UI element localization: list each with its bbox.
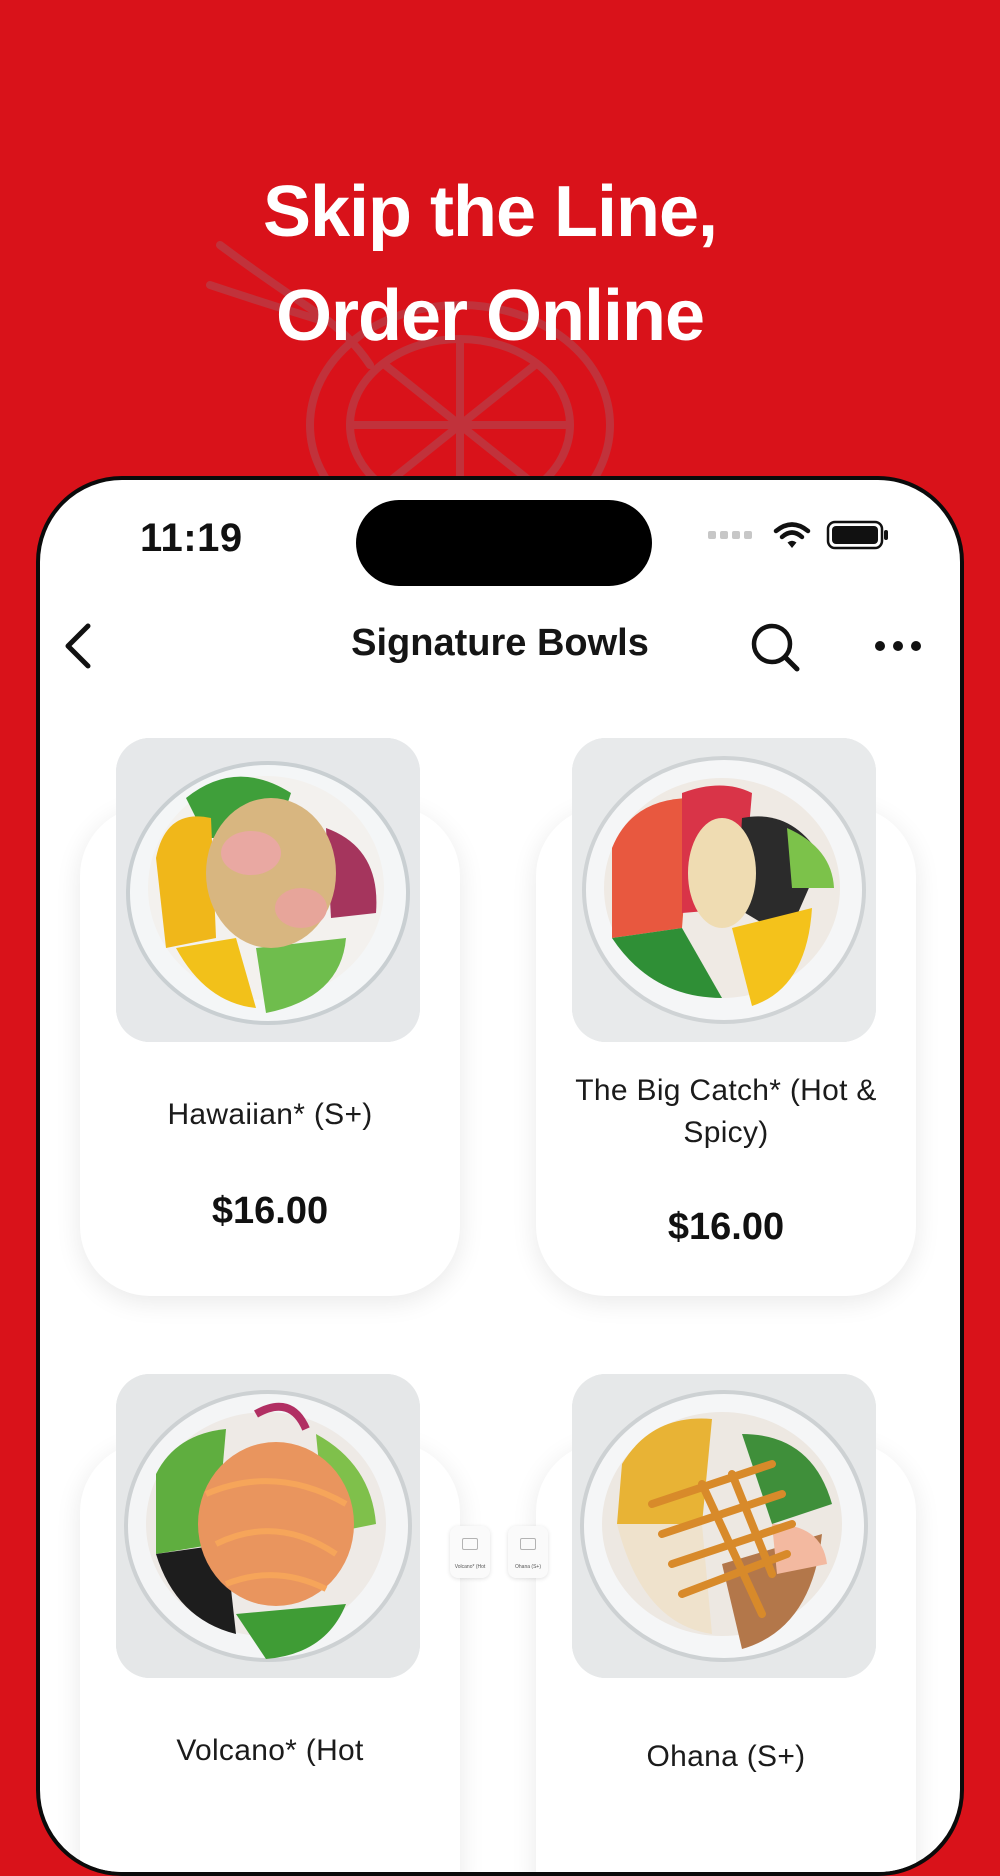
menu-item-name: Hawaiian* (S+) (167, 1098, 373, 1131)
menu-item-price: $16.00 (211, 1190, 329, 1232)
status-icons (708, 520, 890, 550)
ellipsis-icon[interactable] (874, 632, 922, 660)
menu-card-image[interactable] (572, 738, 876, 1042)
page-title: Signature Bowls (351, 622, 649, 664)
nav-bar: Signature Bowls (40, 600, 960, 690)
image-placeholder-icon (462, 1538, 478, 1550)
promo-headline-line2: Order Online (275, 276, 705, 356)
menu-item-name: The Big Catch* (Hot & Spicy) (575, 1074, 877, 1149)
status-time: 11:19 (140, 516, 243, 560)
mini-thumbnail-label: Volcano* (Hot (454, 1564, 486, 1570)
dynamic-island (356, 500, 652, 586)
menu-card-image[interactable] (116, 1374, 420, 1678)
search-icon[interactable] (748, 620, 802, 674)
promo-headline-line1: Skip the Line, (262, 172, 718, 252)
battery-icon (826, 520, 888, 550)
menu-item-name: Ohana (S+) (646, 1740, 806, 1773)
cellular-signal-icon (708, 531, 752, 539)
mini-thumbnail: Ohana (S+) (508, 1526, 548, 1578)
menu-item-price: $16.00 (667, 1206, 785, 1248)
menu-card-image[interactable] (572, 1374, 876, 1678)
mini-thumbnail-label: Ohana (S+) (515, 1564, 541, 1570)
wifi-icon (773, 522, 811, 548)
mini-thumbnails: Volcano* (Hot Ohana (S+) (450, 1526, 548, 1578)
menu-item-name: Volcano* (Hot (176, 1734, 364, 1767)
mini-thumbnail: Volcano* (Hot (450, 1526, 490, 1578)
menu-card-image[interactable] (116, 738, 420, 1042)
promo-headline: Skip the Line, Order Online (0, 160, 980, 368)
image-placeholder-icon (520, 1538, 536, 1550)
phone-frame: 11:19 Signature Bowls Hawaiian* (S+) $16… (36, 476, 964, 1876)
